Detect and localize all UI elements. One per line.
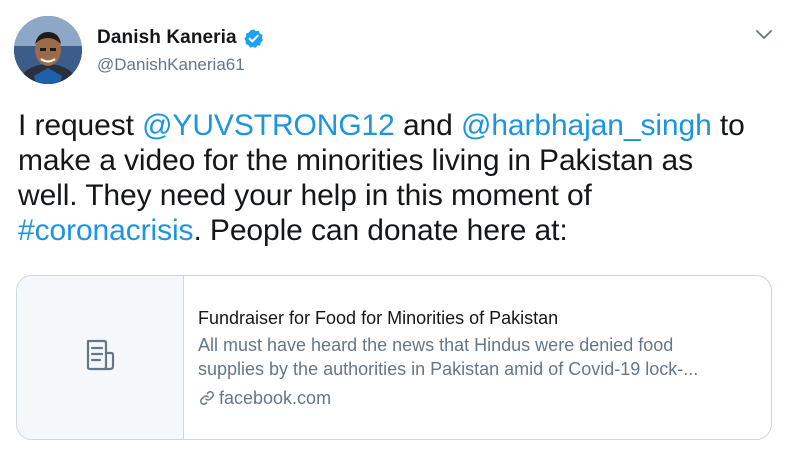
document-icon bbox=[82, 337, 118, 378]
mention-link[interactable]: @harbhajan_singh bbox=[461, 109, 712, 142]
card-thumbnail bbox=[17, 276, 184, 439]
avatar[interactable] bbox=[14, 16, 82, 84]
chevron-down-icon[interactable] bbox=[754, 28, 774, 42]
tweet: Danish Kaneria @DanishKaneria61 I reques… bbox=[0, 0, 800, 451]
tweet-line: I request @YUVSTRONG12 and @harbhajan_si… bbox=[18, 108, 778, 143]
text-segment: and bbox=[394, 109, 461, 142]
card-description-line: All must have heard the news that Hindus… bbox=[198, 335, 674, 355]
hashtag-link[interactable]: #coronacrisis bbox=[18, 214, 194, 247]
text-segment: I request bbox=[18, 109, 143, 142]
tweet-text: I request @YUVSTRONG12 and @harbhajan_si… bbox=[18, 108, 778, 248]
card-domain: facebook.com bbox=[198, 386, 763, 410]
link-card[interactable]: Fundraiser for Food for Minorities of Pa… bbox=[16, 275, 772, 440]
handle[interactable]: @DanishKaneria61 bbox=[97, 55, 264, 75]
link-icon bbox=[198, 389, 216, 407]
mention-link[interactable]: @YUVSTRONG12 bbox=[142, 109, 395, 142]
author-block[interactable]: Danish Kaneria @DanishKaneria61 bbox=[97, 25, 264, 75]
tweet-line: well. They need your help in this moment… bbox=[18, 179, 592, 212]
tweet-line: make a video for the minorities living i… bbox=[18, 144, 694, 177]
text-segment: to bbox=[711, 109, 745, 142]
card-domain-text: facebook.com bbox=[219, 388, 332, 408]
card-title: Fundraiser for Food for Minorities of Pa… bbox=[198, 308, 559, 328]
card-body: Fundraiser for Food for Minorities of Pa… bbox=[198, 306, 763, 410]
display-name[interactable]: Danish Kaneria bbox=[97, 27, 237, 49]
verified-badge-icon bbox=[243, 28, 264, 49]
card-description-line: supplies by the authorities in Pakistan … bbox=[198, 359, 699, 379]
tweet-line: #coronacrisis. People can donate here at… bbox=[18, 213, 778, 248]
card-description: All must have heard the news that Hindus… bbox=[198, 333, 763, 381]
text-segment: . People can donate here at: bbox=[193, 214, 568, 247]
